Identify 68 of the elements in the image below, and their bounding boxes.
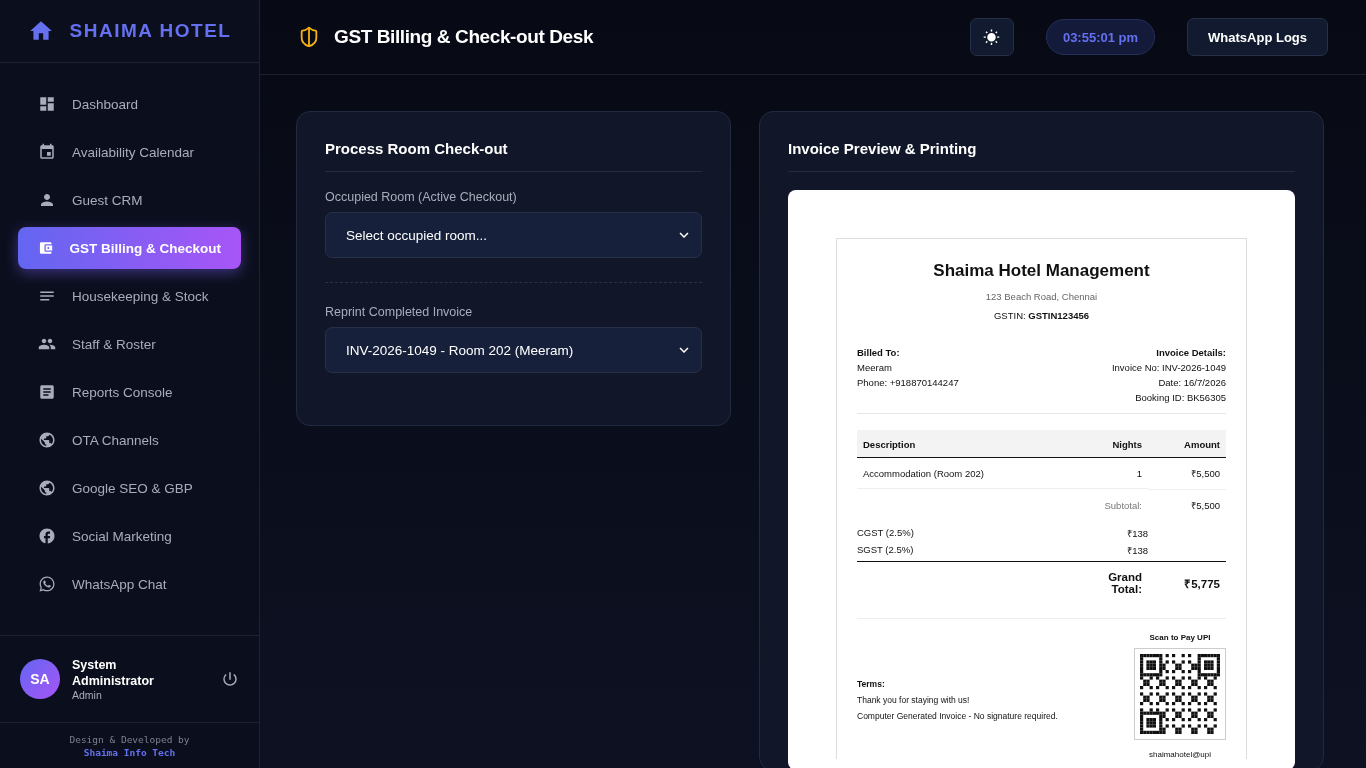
table-cell: 1 [1078, 459, 1148, 489]
column-header: Nights [1078, 430, 1148, 458]
room-select[interactable]: INV-2026-1049 - Room 202 (Meeram) [325, 327, 702, 373]
detail-line: Booking ID: BK56305 [1135, 392, 1226, 403]
nav-item[interactable]: OTA Channels [18, 419, 241, 461]
grand-total-label: Grand Total: [1107, 570, 1143, 597]
nav-icon [38, 431, 56, 449]
nav-item[interactable]: Housekeeping & Stock [18, 275, 241, 317]
detail-line: Date: 16/7/2026 [1158, 377, 1226, 388]
grand-total-value: ₹5,775 [1183, 576, 1221, 592]
whatsapp-logs-button[interactable]: WhatsApp Logs [1187, 18, 1328, 56]
tax-value: ₹138 [1126, 544, 1148, 557]
nav-item[interactable]: Social Marketing [18, 515, 241, 557]
nav-icon [38, 383, 56, 401]
nav-item[interactable]: Guest CRM [18, 179, 241, 221]
terms-line: Thank you for staying with us! [857, 695, 971, 705]
tax-value: ₹138 [1126, 527, 1148, 540]
nav-icon [38, 575, 56, 593]
subtotal-value: ₹5,500 [1190, 499, 1221, 513]
theme-toggle-button[interactable] [969, 18, 1014, 56]
hotel-name: Shaima Hotel Management [932, 261, 1151, 281]
nav-item[interactable]: Staff & Roster [18, 323, 241, 365]
nav-item[interactable]: WhatsApp Chat [18, 563, 241, 605]
detail-line: Invoice No: INV-2026-1049 [1111, 362, 1226, 373]
qr-caption: Scan to Pay UPI [1149, 633, 1211, 642]
brand-name: SHAIMA HOTEL [69, 20, 232, 42]
field-label: Occupied Room (Active Checkout) [325, 190, 518, 204]
tax-label: CGST (2.5%) [857, 527, 915, 540]
billed-line: Phone: +918870144247 [857, 377, 959, 388]
nav-icon [38, 527, 56, 545]
nav-item[interactable]: Reports Console [18, 371, 241, 413]
table-cell: ₹5,500 [1148, 458, 1226, 490]
nav-icon [38, 479, 56, 497]
terms-heading: Terms: [857, 679, 886, 689]
hotel-address: 123 Beach Road, Chennai [984, 291, 1099, 302]
logout-icon[interactable] [221, 670, 239, 688]
room-select[interactable]: Select occupied room... [325, 212, 702, 258]
field-label: Reprint Completed Invoice [325, 305, 474, 319]
credit-link[interactable]: Shaima Info Tech [83, 746, 176, 758]
nav-item[interactable]: Availability Calendar [18, 131, 241, 173]
tax-label: SGST (2.5%) [857, 544, 915, 557]
gstin: GSTIN: GSTIN123456 [992, 310, 1090, 321]
table-cell: Accommodation (Room 202) [857, 459, 1078, 489]
column-header: Description [857, 430, 1078, 458]
nav-icon [38, 95, 56, 113]
billed-line: Meeram [857, 362, 892, 373]
nav-item[interactable]: Google SEO & GBP [18, 467, 241, 509]
details-heading: Invoice Details: [1156, 347, 1226, 358]
credit-text: Design & Developed by [69, 733, 190, 745]
column-header: Amount [1148, 430, 1226, 458]
nav-item[interactable]: Dashboard [18, 83, 241, 125]
shield-icon [298, 26, 320, 48]
nav-item[interactable]: GST Billing & Checkout [18, 227, 241, 269]
card-title: Invoice Preview & Printing [788, 140, 1295, 172]
nav-icon [38, 143, 56, 161]
clock: 03:55:01 pm [1045, 19, 1156, 55]
user-avatar: SA [20, 659, 60, 699]
user-role: Admin [72, 689, 103, 701]
page-title: GST Billing & Check-out Desk [334, 26, 595, 48]
nav-icon [38, 239, 54, 257]
terms-line: Computer Generated Invoice - No signature required. [857, 711, 1058, 721]
upi-id: shaimahotel@upi [1149, 750, 1211, 759]
sun-icon [983, 28, 1001, 46]
user-name: System Administrator [72, 657, 155, 689]
card-title: Process Room Check-out [325, 140, 702, 172]
billed-heading: Billed To: [857, 347, 900, 358]
subtotal-label: Subtotal: [1103, 499, 1143, 513]
nav-icon [38, 191, 56, 209]
